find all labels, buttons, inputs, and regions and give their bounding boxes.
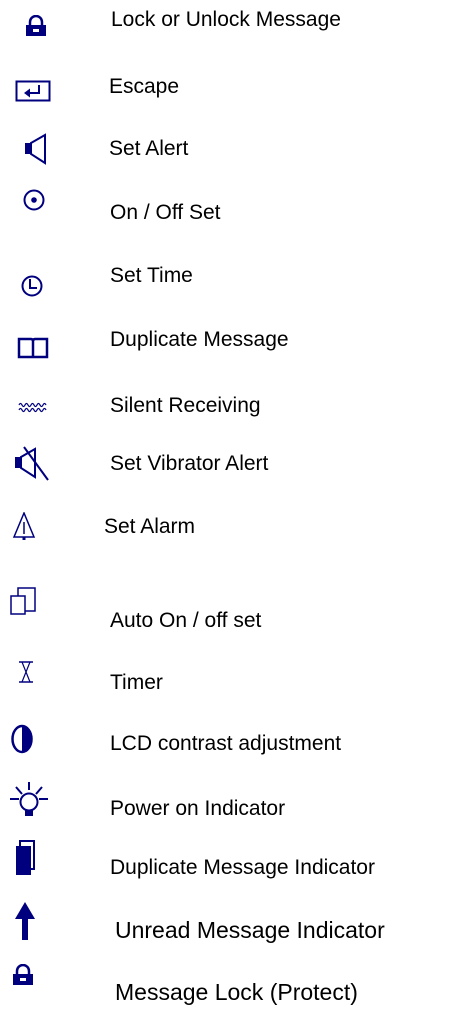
contrast-icon [11, 724, 33, 754]
icon-legend-page: { "icon_color": "#00007f", "legend": [ {… [0, 0, 464, 1021]
on-off-icon [23, 189, 45, 211]
legend-label: Set Vibrator Alert [110, 452, 269, 475]
legend-label: Auto On / off set [110, 609, 262, 632]
legend-label: Escape [109, 75, 180, 98]
legend-item-auto-on-off-set: Auto On / off set [0, 582, 464, 632]
legend-label: Message Lock (Protect) [115, 979, 358, 1005]
book-icon [17, 337, 49, 359]
bell-icon [12, 512, 36, 540]
legend-label: Duplicate Message Indicator [110, 856, 375, 879]
legend-label: Power on Indicator [110, 797, 286, 820]
legend-item-on-off-set: On / Off Set [0, 183, 464, 224]
legend-item-lcd-contrast-adjustment: LCD contrast adjustment [0, 718, 464, 758]
speaker-icon [25, 133, 46, 165]
wave-icon [18, 402, 47, 413]
clock-icon [21, 275, 43, 297]
legend-label: Duplicate Message [110, 328, 289, 351]
legend-label: Silent Receiving [110, 394, 261, 417]
lock-icon [26, 15, 46, 36]
up-arrow-icon [15, 902, 35, 940]
legend-label: LCD contrast adjustment [110, 732, 342, 755]
hourglass-icon [19, 661, 33, 683]
legend-item-escape: Escape [0, 62, 464, 102]
legend-item-timer: Timer [0, 652, 464, 694]
legend-item-set-alarm: Set Alarm [0, 510, 464, 550]
legend-label: Set Time [110, 264, 193, 287]
legend-item-silent-receiving: Silent Receiving [0, 390, 464, 430]
legend-item-lock: Lock or Unlock Message [0, 0, 464, 40]
legend-item-duplicate-message: Duplicate Message [0, 325, 464, 365]
legend-label: Unread Message Indicator [115, 917, 385, 943]
legend-item-set-time: Set Time [0, 260, 464, 300]
legend-label: On / Off Set [110, 201, 221, 224]
duplicate-indicator-icon [16, 840, 35, 875]
legend-item-unread-message-indicator: Unread Message Indicator [0, 902, 464, 942]
escape-icon [15, 80, 51, 102]
legend-label: Set Alarm [104, 515, 196, 538]
legend-label: Set Alert [109, 137, 189, 160]
legend-item-message-lock-protect: Message Lock (Protect) [0, 960, 464, 1004]
legend-item-power-on-indicator: Power on Indicator [0, 780, 464, 820]
legend-item-set-alert: Set Alert [0, 130, 464, 170]
light-bulb-icon [10, 782, 48, 816]
speaker-muted-icon [15, 446, 49, 481]
legend-item-set-vibrator-alert: Set Vibrator Alert [0, 446, 464, 486]
auto-on-off-icon [10, 587, 36, 615]
legend-item-duplicate-message-indicator: Duplicate Message Indicator [0, 840, 464, 880]
legend-label: Timer [110, 671, 163, 694]
legend-label: Lock or Unlock Message [111, 8, 341, 31]
lock-icon [13, 964, 33, 985]
